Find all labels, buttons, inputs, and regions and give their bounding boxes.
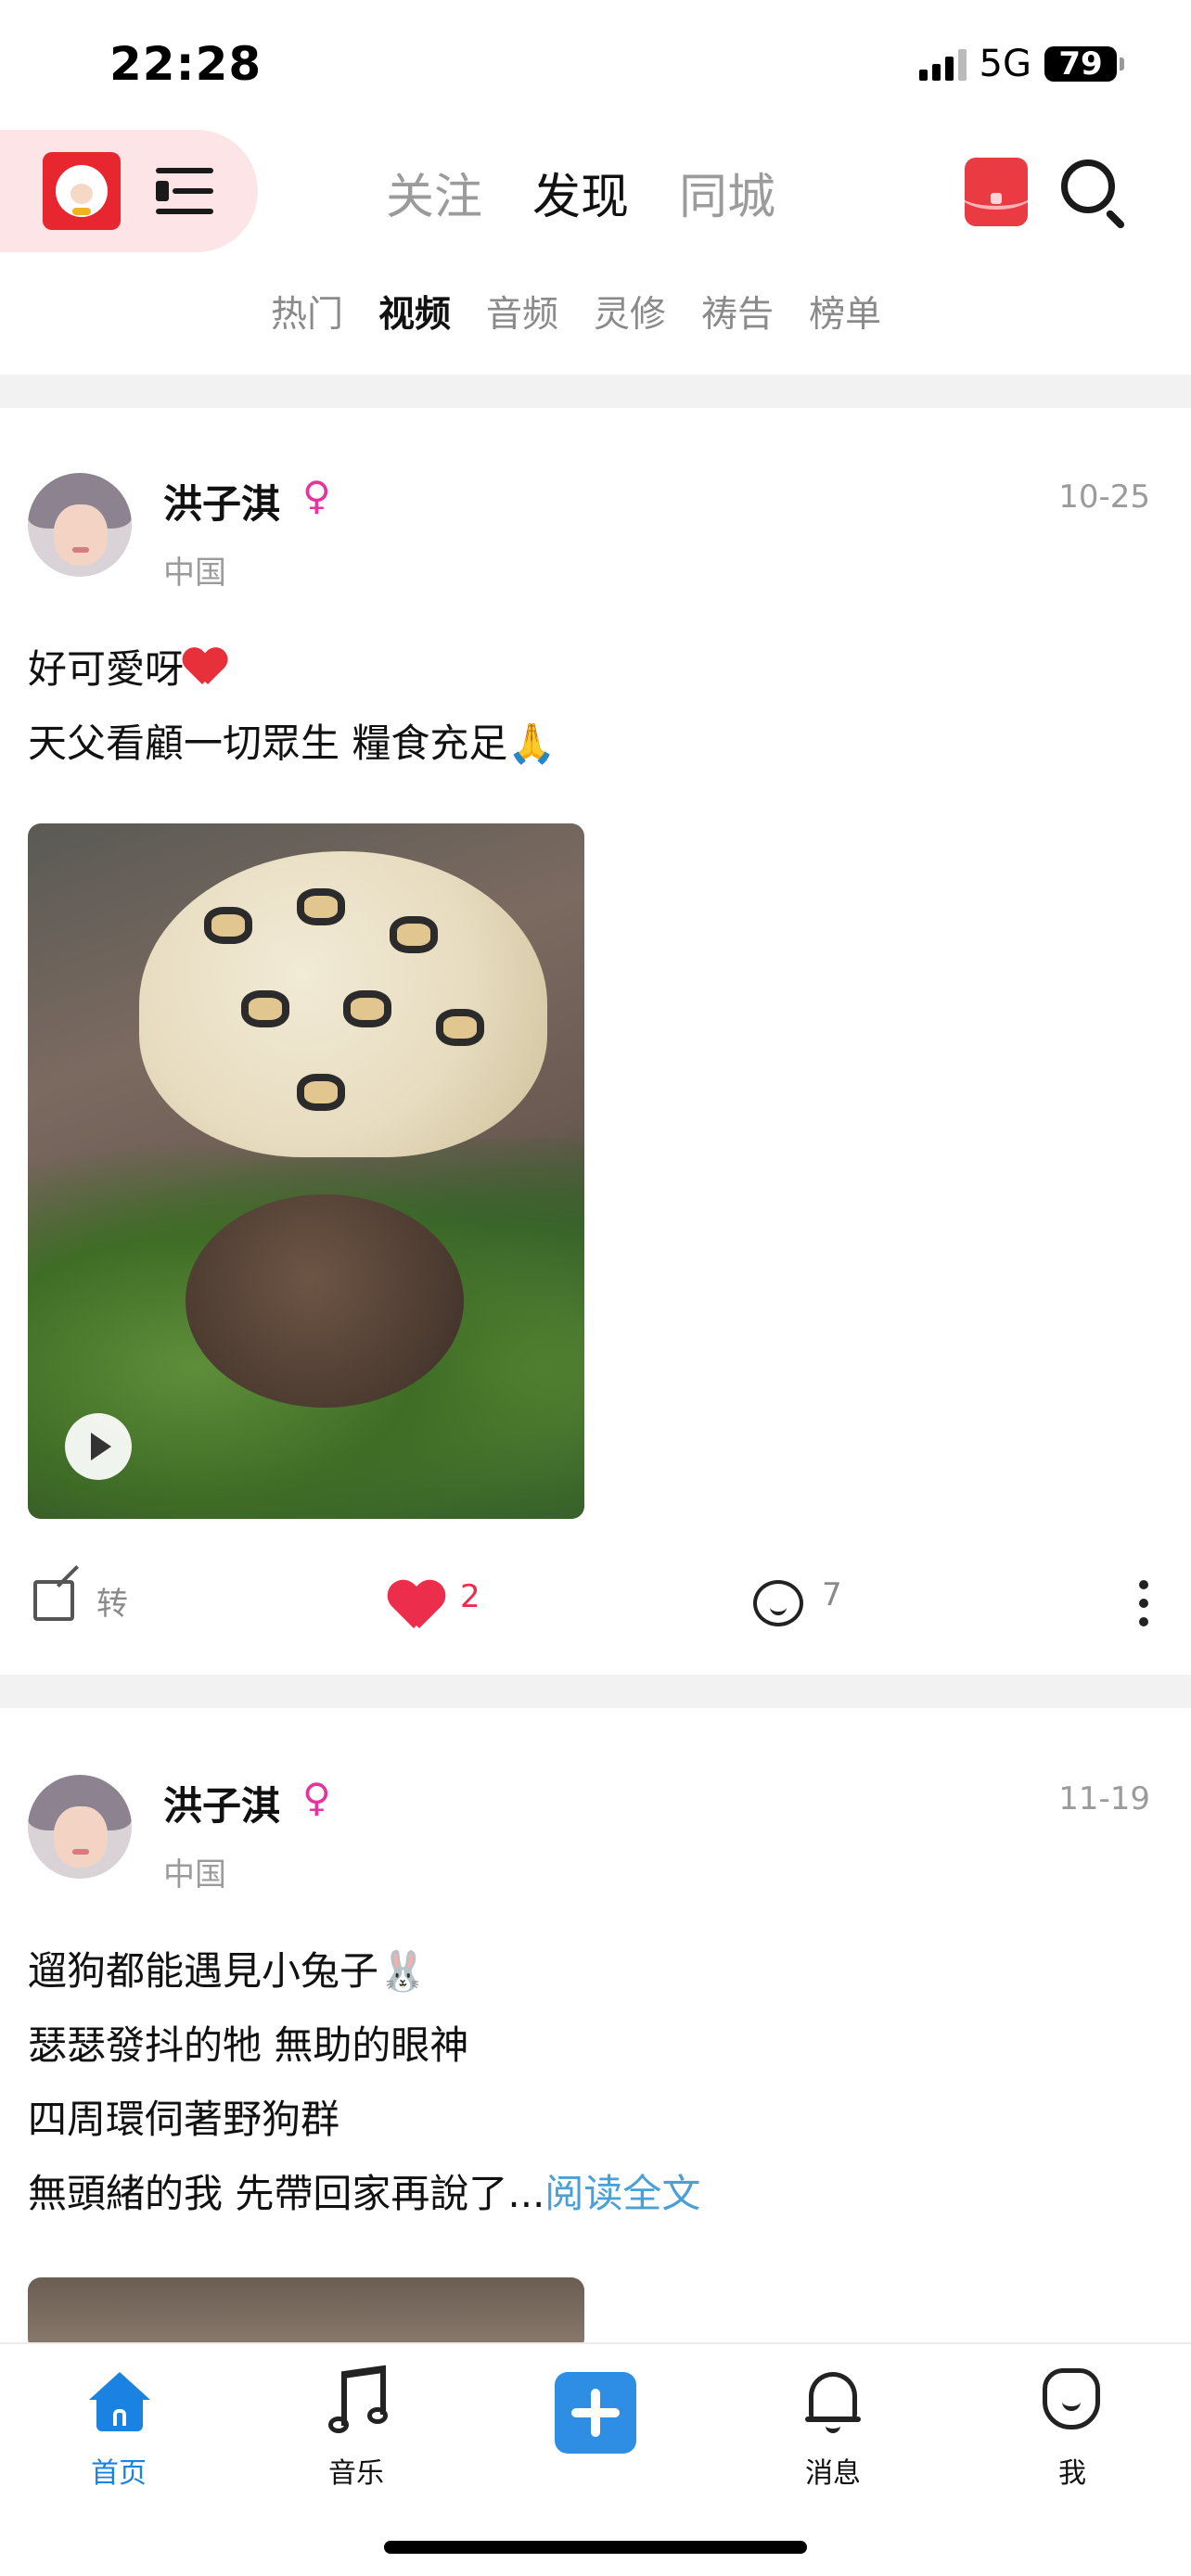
author-location: 中国 <box>163 555 226 592</box>
profile-icon <box>1043 2368 1100 2429</box>
home-icon <box>89 2372 150 2431</box>
more-options-icon[interactable] <box>1139 1580 1148 1626</box>
tortoise-small-image <box>186 1194 464 1408</box>
share-label[interactable]: 转 <box>96 1578 128 1624</box>
gender-female-icon: ♀ <box>302 473 331 518</box>
nav-music[interactable]: 音乐 <box>291 2361 421 2490</box>
sheep-logo-icon <box>56 165 108 217</box>
author-location: 中国 <box>163 1856 226 1894</box>
like-heart-icon[interactable] <box>388 1582 445 1630</box>
author-name[interactable]: 洪子淇 <box>163 473 280 529</box>
section-divider <box>0 375 1191 408</box>
nav-music-label: 音乐 <box>328 2457 384 2490</box>
play-icon[interactable] <box>65 1413 132 1480</box>
subtab-hot[interactable]: 热门 <box>271 286 343 338</box>
top-header: 关注 发现 同城 <box>0 130 1191 252</box>
video-thumbnail[interactable] <box>28 823 584 1519</box>
post-text-line-2[interactable]: 天父看顧一切眾生 糧食充足🙏 <box>28 712 557 769</box>
status-time: 22:28 <box>109 37 263 91</box>
nav-home-label: 首页 <box>91 2457 147 2490</box>
nav-home[interactable]: 首页 <box>54 2361 184 2490</box>
post-text-line[interactable]: 無頭緒的我 先帶回家再說了...阅读全文 <box>28 2162 700 2219</box>
like-count: 2 <box>460 1578 480 1615</box>
tab-following[interactable]: 关注 <box>386 158 482 227</box>
music-icon <box>328 2365 390 2435</box>
avatar[interactable] <box>28 1775 132 1879</box>
menu-icon[interactable] <box>156 168 213 214</box>
share-icon[interactable] <box>33 1580 74 1621</box>
comment-icon[interactable] <box>753 1580 803 1626</box>
red-envelope-icon[interactable] <box>965 158 1028 226</box>
signal-icon <box>918 47 967 81</box>
post-card[interactable]: 洪子淇 ♀ 中国 10-25 好可愛呀 天父看顧一切眾生 糧食充足🙏 转 2 7 <box>0 408 1191 1675</box>
subtab-audio[interactable]: 音频 <box>486 286 558 338</box>
status-indicators: 5G 79 <box>918 43 1124 85</box>
video-thumbnail[interactable] <box>28 2277 584 2352</box>
tab-discover[interactable]: 发现 <box>532 158 629 227</box>
nav-messages-label: 消息 <box>805 2457 861 2490</box>
post-text-line-1: 好可愛呀 <box>28 646 185 692</box>
heart-emoji-icon <box>184 647 226 686</box>
search-icon[interactable] <box>1059 158 1130 230</box>
battery-level: 79 <box>1058 45 1103 83</box>
gender-female-icon: ♀ <box>302 1775 331 1820</box>
network-type: 5G <box>979 43 1031 85</box>
post-text-line-2[interactable]: 瑟瑟發抖的牠 無助的眼神 <box>28 2014 468 2071</box>
post-date: 11-19 <box>1058 1780 1150 1817</box>
subtab-prayer[interactable]: 祷告 <box>701 286 774 338</box>
tab-nearby[interactable]: 同城 <box>679 158 775 227</box>
create-post-button[interactable] <box>555 2372 636 2454</box>
subtab-ranking[interactable]: 榜单 <box>809 286 881 338</box>
sub-tabs: 热门 视频 音频 灵修 祷告 榜单 <box>271 286 881 338</box>
home-indicator[interactable] <box>384 2541 807 2554</box>
read-more-link[interactable]: 阅读全文 <box>544 2171 700 2216</box>
nav-messages[interactable]: 消息 <box>768 2361 898 2490</box>
author-name[interactable]: 洪子淇 <box>163 1775 280 1831</box>
post-actions: 转 2 7 <box>0 1567 1191 1632</box>
section-divider <box>0 1675 1191 1708</box>
app-menu-pill[interactable] <box>0 130 258 252</box>
nav-me-label: 我 <box>1058 2457 1086 2490</box>
nav-me[interactable]: 我 <box>1007 2361 1137 2490</box>
status-bar: 22:28 5G 79 <box>0 0 1191 130</box>
post-text-line-1[interactable]: 遛狗都能遇見小兔子🐰 <box>28 1940 427 1996</box>
avatar[interactable] <box>28 473 132 577</box>
tortoise-large-image <box>139 851 547 1157</box>
main-tabs: 关注 发现 同城 <box>386 158 775 227</box>
post-text-line[interactable]: 好可愛呀 <box>28 638 226 695</box>
post-card[interactable]: 洪子淇 ♀ 中国 11-19 遛狗都能遇見小兔子🐰 瑟瑟發抖的牠 無助的眼神 四… <box>0 1708 1191 2352</box>
comment-count: 7 <box>822 1576 842 1613</box>
post-text-line-3[interactable]: 四周環伺著野狗群 <box>28 2088 339 2145</box>
post-date: 10-25 <box>1058 478 1150 516</box>
subtab-devotion[interactable]: 灵修 <box>594 286 666 338</box>
battery-icon: 79 <box>1044 45 1124 83</box>
bell-icon <box>805 2366 861 2433</box>
post-text-line-4: 無頭緒的我 先帶回家再說了... <box>28 2171 545 2216</box>
app-logo[interactable] <box>43 152 121 230</box>
subtab-video[interactable]: 视频 <box>378 286 451 338</box>
